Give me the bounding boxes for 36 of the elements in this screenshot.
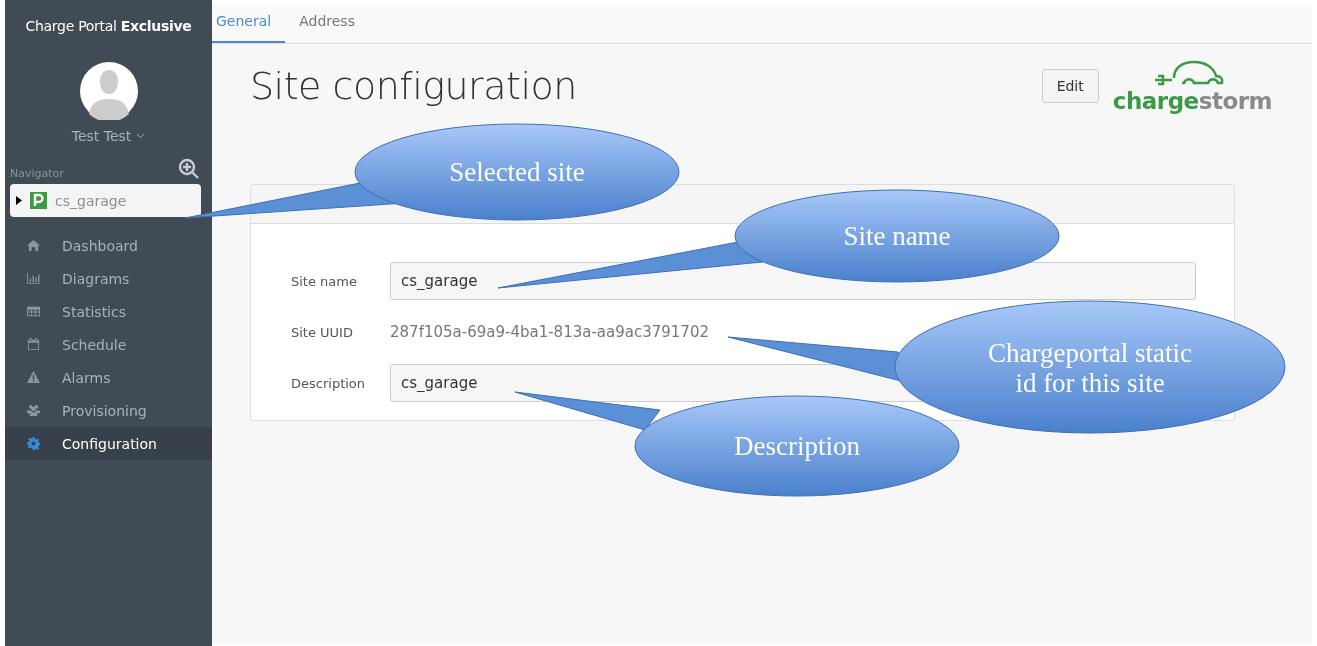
brand-title: Charge Portal Exclusive [24, 17, 193, 36]
home-icon [27, 239, 40, 252]
parking-icon [30, 192, 47, 209]
table-icon [27, 305, 40, 318]
nav-item[interactable]: Alarms [5, 361, 212, 394]
nav-item[interactable]: Provisioning [5, 394, 212, 427]
callout-tooltip: Selected site [184, 123, 680, 221]
chevron-icon [136, 133, 146, 139]
nav-item[interactable]: Dashboard [5, 229, 212, 262]
tab[interactable]: Address [295, 5, 369, 43]
calendar-icon [27, 338, 40, 351]
nav-item[interactable]: Schedule [5, 328, 212, 361]
nav-item[interactable]: Diagrams [5, 262, 212, 295]
gear-icon [27, 437, 40, 450]
zoom-in-icon[interactable] [178, 157, 200, 180]
users-icon [27, 404, 40, 417]
bar-chart-icon [27, 272, 40, 285]
field-label: Site name [291, 273, 358, 289]
expand-icon[interactable] [16, 196, 22, 205]
user-menu[interactable]: Test Test [65, 127, 152, 145]
callout-tooltip: Site name [497, 189, 1060, 289]
nav-item[interactable]: Statistics [5, 295, 212, 328]
page-title: Site configuration [250, 64, 578, 108]
callout-tooltip: Chargeportal static id for this site [727, 300, 1286, 434]
field-value: 287f105a-69a9-4ba1-813a-aa9ac3791702 [390, 323, 709, 341]
logo: chargestorm [1112, 88, 1272, 114]
avatar-icon [79, 62, 138, 120]
site-tree-item[interactable]: cs_garage [10, 184, 201, 217]
edit-button[interactable]: Edit [1041, 69, 1099, 103]
nav-item[interactable]: Configuration [5, 427, 212, 460]
field-label: Site UUID [291, 324, 354, 340]
warning-icon [27, 371, 40, 384]
navigator-label: Navigator [10, 167, 64, 180]
tab[interactable]: General [212, 5, 286, 43]
callout-tooltip: Description [514, 391, 960, 497]
field-label: Description [291, 375, 367, 391]
